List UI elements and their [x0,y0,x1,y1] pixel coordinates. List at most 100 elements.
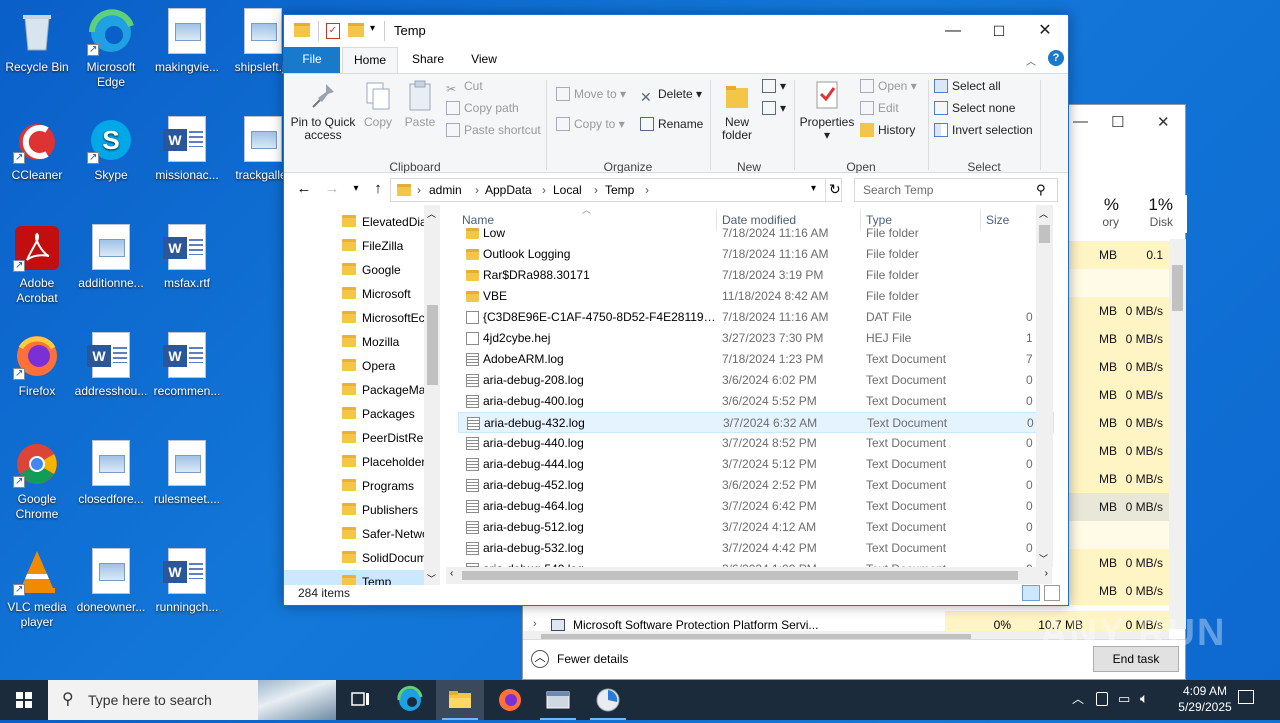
start-button[interactable] [0,680,48,720]
breadcrumb-admin[interactable]: admin [429,179,462,201]
fewer-details-link[interactable]: Fewer details [557,652,628,666]
file-list-scrollbar[interactable]: ︿ ﹀ [1036,205,1053,567]
tab-file[interactable]: File [284,47,340,73]
nav-item[interactable]: Packages [284,402,426,426]
task-view-button[interactable] [336,680,384,720]
desktop-icon[interactable]: Wmsfax.rtf [150,224,224,291]
desktop-icon[interactable]: Adobe Acrobat [0,224,74,306]
new-folder-qat-icon[interactable] [348,23,364,37]
taskbar-app-window[interactable] [534,680,582,720]
title-bar[interactable]: ✓ ▾ Temp — ☐ ✕ [284,15,1068,47]
copy-button[interactable]: Copy [358,80,398,129]
file-row[interactable]: Rar$DRa988.30171 7/18/2024 3:19 PM File fo… [458,265,1054,286]
desktop-icon[interactable]: Firefox [0,332,74,399]
tab-home[interactable]: Home [342,47,398,74]
file-row[interactable]: aria-debug-452.log 3/6/2024 2:52 PM Text D… [458,475,1054,496]
expand-chevron-icon[interactable]: › [533,618,537,630]
copy-to-button[interactable]: Copy to ▾ [556,114,625,134]
security-icon[interactable] [1096,692,1108,706]
nav-item[interactable]: PackageMa [284,378,426,402]
file-row[interactable]: aria-debug-208.log 3/6/2024 6:02 PM Text D… [458,370,1054,391]
properties-qat-icon[interactable]: ✓ [326,23,340,39]
nav-item[interactable]: Publishers [284,498,426,522]
select-all-button[interactable]: Select all [934,76,1001,96]
breadcrumb-appdata[interactable]: AppData [485,179,532,201]
tm-maximize-icon[interactable]: ☐ [1111,113,1124,131]
move-to-button[interactable]: Move to ▾ [556,84,626,104]
chevron-up-icon[interactable]: ︿ [531,650,549,668]
desktop-icon[interactable]: S Skype [74,116,148,183]
desktop-icon[interactable]: additionne... [74,224,148,291]
delete-button[interactable]: ✕ Delete ▾ [640,84,702,105]
scroll-right-icon[interactable]: › [1045,568,1048,579]
address-bar[interactable]: › admin › AppData › Local › Temp › ▾ ↻ [390,178,842,202]
open-button[interactable]: Open ▾ [860,76,917,96]
desktop-icon[interactable]: Microsoft Edge [74,8,148,90]
scroll-left-icon[interactable]: ‹ [450,568,453,579]
file-row[interactable]: aria-debug-464.log 3/7/2024 6:42 PM Text D… [458,496,1054,517]
network-icon[interactable]: ▭ [1118,691,1130,707]
search-input[interactable]: Search Temp [854,178,1058,202]
nav-item[interactable]: FileZilla [284,234,426,258]
desktop-icon[interactable]: makingvie... [150,8,224,75]
nav-item[interactable]: SolidDocum [284,546,426,570]
taskbar-firefox[interactable] [486,680,534,720]
tm-memory-header[interactable]: % ory [1069,195,1119,229]
nav-item[interactable]: Microsoft [284,282,426,306]
new-item-button[interactable]: ▾ [762,76,786,96]
new-folder-button[interactable]: New folder [714,80,760,142]
cut-button[interactable]: ✂ Cut [446,76,483,96]
address-dropdown-icon[interactable]: ▾ [811,183,816,194]
breadcrumb-temp[interactable]: Temp [605,179,634,201]
taskbar-file-explorer[interactable] [436,680,484,720]
taskbar-search[interactable]: ⚲ Type here to search [48,680,336,720]
desktop-icon[interactable]: Waddresshou... [74,332,148,399]
minimize-icon[interactable]: — [930,15,976,47]
file-row[interactable]: {C3D8E96E-C1AF-4750-8D52-F4E28119C1... 7/… [458,307,1054,328]
qat-dropdown-icon[interactable]: ▾ [370,23,375,34]
nav-item[interactable]: Programs [284,474,426,498]
invert-selection-button[interactable]: Invert selection [934,120,1033,140]
nav-item[interactable]: Opera [284,354,426,378]
nav-item[interactable]: Mozilla [284,330,426,354]
forward-arrow-icon[interactable]: → [322,179,342,199]
file-row[interactable]: AdobeARM.log 7/18/2024 1:23 PM Text Docume… [458,349,1054,370]
tm-minimize-icon[interactable]: — [1073,113,1088,130]
show-hidden-icons-icon[interactable]: ︿ [1072,690,1084,707]
easy-access-button[interactable]: ▾ [762,98,786,118]
file-row[interactable]: aria-debug-432.log 3/7/2024 6:32 AM Text D… [458,412,1054,433]
clock[interactable]: 4:09 AM 5/29/2025 [1166,684,1244,714]
details-view-icon[interactable] [1022,585,1040,601]
volume-icon[interactable]: 🔈︎ [1140,690,1148,707]
tab-share[interactable]: Share [404,47,452,73]
pin-quick-access-button[interactable]: Pin to Quick access [290,80,356,142]
paste-button[interactable]: Paste [400,80,440,129]
tm-vertical-scrollbar[interactable] [1169,239,1186,629]
help-icon[interactable]: ? [1048,50,1064,66]
scroll-up-icon[interactable]: ︿ [1039,207,1048,220]
nav-item[interactable]: MicrosoftEc [284,306,426,330]
up-arrow-icon[interactable]: ↑ [368,179,388,199]
tm-close-icon[interactable]: ✕ [1157,113,1170,131]
desktop-icon[interactable]: Google Chrome [0,440,74,522]
nav-scrollbar[interactable]: ︿ ﹀ [424,205,440,585]
refresh-icon[interactable]: ↻ [829,181,841,198]
breadcrumb-local[interactable]: Local [553,179,582,201]
notifications-icon[interactable] [1238,690,1254,704]
rename-button[interactable]: Rename [640,114,703,134]
desktop-icon[interactable]: doneowner... [74,548,148,615]
tab-view[interactable]: View [460,47,508,73]
scroll-up-icon[interactable]: ︿ [427,207,436,220]
file-row[interactable]: Outlook Logging 7/18/2024 11:16 AM File fo… [458,244,1054,265]
file-row[interactable]: VBE 11/18/2024 8:42 AM File folder [458,286,1054,307]
desktop-icon[interactable]: rulesmeet.... [150,440,224,507]
desktop-icon[interactable]: CCleaner [0,116,74,183]
close-icon[interactable]: ✕ [1022,15,1068,47]
collapse-ribbon-icon[interactable]: ︿ [1026,53,1036,68]
desktop-icon[interactable]: closedfore... [74,440,148,507]
file-row[interactable]: aria-debug-532.log 3/7/2024 4:42 PM Text D… [458,538,1054,559]
file-row[interactable]: Low 7/18/2024 11:16 AM File folder [458,223,1054,244]
recent-locations-icon[interactable]: ▾ [346,179,366,199]
history-button[interactable]: History [860,120,915,140]
nav-item[interactable]: Placeholder [284,450,426,474]
